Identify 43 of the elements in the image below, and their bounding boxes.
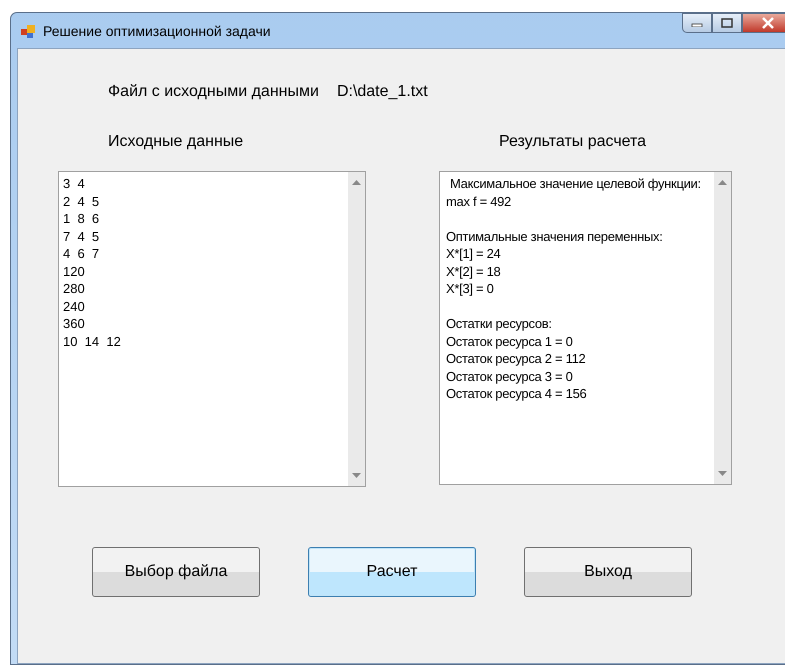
- text-line: Остаток ресурса 2 = 112: [446, 350, 586, 368]
- text-line: X*[1] = 24: [446, 245, 502, 262]
- text-line: Оптимальные значения переменных:: [446, 228, 664, 245]
- scrollbar[interactable]: [348, 172, 365, 486]
- results-heading: Результаты расчета: [499, 133, 648, 151]
- app-icon: [21, 24, 35, 38]
- text-line: Максимальное значение целевой функции:: [449, 175, 702, 192]
- text-line: Остаток ресурса 3 = 0: [446, 368, 574, 385]
- close-button[interactable]: [742, 13, 785, 33]
- text-line: 360: [63, 315, 86, 332]
- form-button[interactable]: Расчет: [308, 547, 476, 597]
- maximize-icon: [721, 18, 733, 28]
- maximize-button[interactable]: [712, 13, 742, 33]
- text-line: 7 4 5: [63, 228, 100, 245]
- text-line: Остатки ресурсов:: [446, 315, 553, 332]
- file-path: D:\date_1.txt: [336, 83, 428, 101]
- input-heading: Исходные данные: [108, 133, 244, 151]
- scroll-down-icon: [352, 473, 361, 478]
- text-line: max f = 492: [446, 192, 512, 210]
- scroll-up-icon: [718, 180, 727, 185]
- results-textbox[interactable]: [439, 171, 732, 485]
- input-textbox[interactable]: 3 4 2 4 5 1 8 6 7 4 5 4 6 7 120 280 240 360 10 14 12: [58, 171, 366, 487]
- text-line: 3 4: [63, 175, 86, 192]
- scroll-up-icon: [352, 180, 361, 185]
- text-line: X*[3] = 0: [446, 280, 495, 298]
- window-title: Решение оптимизационной задачи: [43, 22, 271, 38]
- text-line: 2 4 5: [63, 192, 100, 210]
- file-label: Файл с исходными данными: [108, 83, 319, 101]
- text-line: 1 8 6: [63, 210, 100, 228]
- text-line: 10 14 12: [63, 332, 122, 350]
- form-button[interactable]: Выбор файла: [92, 547, 260, 597]
- scroll-down-icon: [718, 471, 727, 476]
- scrollbar[interactable]: [714, 172, 731, 484]
- text-line: Остаток ресурса 1 = 0: [446, 332, 574, 350]
- minimize-button[interactable]: [682, 13, 712, 33]
- text-line: 120: [63, 262, 86, 280]
- text-line: 240: [63, 298, 86, 315]
- text-line: 4 6 7: [63, 245, 100, 262]
- text-line: 280: [63, 280, 86, 298]
- text-line: Остаток ресурса 4 = 156: [446, 385, 588, 402]
- text-line: X*[2] = 18: [446, 262, 502, 280]
- form-button[interactable]: Выход: [524, 547, 692, 597]
- close-icon: [761, 17, 775, 29]
